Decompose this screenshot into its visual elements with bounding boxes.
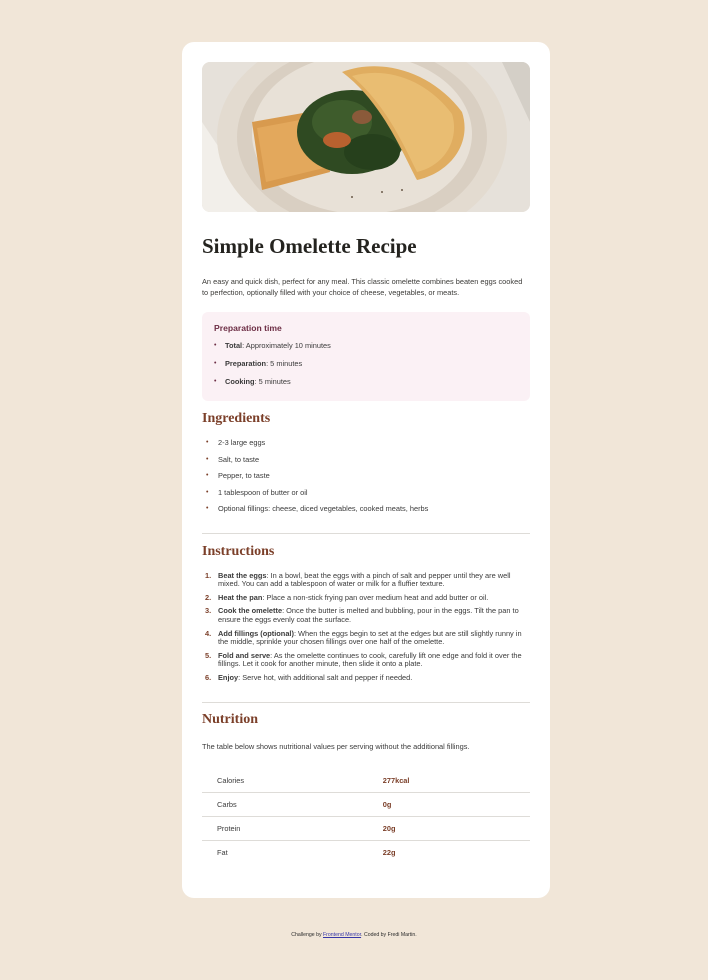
attribution-footer: Challenge by Frontend Mentor. Coded by F… xyxy=(0,932,708,938)
nutrient-name: Carbs xyxy=(202,792,369,817)
nutrition-section: Nutrition The table below shows nutritio… xyxy=(202,712,530,864)
nutrition-table: Calories 277kcal Carbs 0g Protein 20g Fa… xyxy=(202,768,530,864)
footer-suffix: . Coded by Fredi Martin. xyxy=(361,932,417,938)
instruction-step: 2. Heat the pan: Place a non-stick frying… xyxy=(202,592,530,603)
recipe-intro: An easy and quick dish, perfect for any … xyxy=(202,277,523,298)
nutrition-description: The table below shows nutritional values… xyxy=(202,741,470,751)
ingredient-item: Optional fillings: cheese, diced vegetab… xyxy=(202,504,530,521)
step-number: 2. xyxy=(205,592,212,602)
ingredients-section: Ingredients 2-3 large eggs Salt, to tast… xyxy=(202,411,530,534)
instruction-step: 4. Add fillings (optional): When the eggs… xyxy=(202,628,530,647)
section-divider xyxy=(202,532,530,534)
ingredient-item: Salt, to taste xyxy=(202,455,530,472)
step-number: 1. xyxy=(205,570,212,580)
preparation-item: Preparation: 5 minutes xyxy=(214,359,518,377)
omelette-image xyxy=(202,62,530,212)
step-number: 6. xyxy=(205,673,212,683)
preparation-item: Total: Approximately 10 minutes xyxy=(214,341,518,359)
instructions-heading: Instructions xyxy=(202,543,275,559)
preparation-heading: Preparation time xyxy=(214,323,282,334)
instruction-step: 5. Fold and serve: As the omelette contin… xyxy=(202,650,530,669)
table-row: Protein 20g xyxy=(202,816,530,841)
table-row: Fat 22g xyxy=(202,840,530,864)
nutrient-value: 0g xyxy=(368,792,530,817)
page-title: Simple Omelette Recipe xyxy=(202,234,417,258)
nutrition-heading: Nutrition xyxy=(202,711,258,727)
instructions-section: Instructions 1. Beat the eggs: In a bowl,… xyxy=(202,544,530,703)
nutrient-name: Protein xyxy=(202,816,369,841)
frontend-mentor-link[interactable]: Frontend Mentor xyxy=(323,932,361,938)
recipe-card: Simple Omelette Recipe An easy and quick… xyxy=(182,42,550,898)
preparation-value: : Approximately 10 minutes xyxy=(242,341,331,351)
nutrient-name: Fat xyxy=(217,847,228,857)
preparation-value: : 5 minutes xyxy=(254,377,291,387)
section-divider xyxy=(202,701,530,703)
step-text: : Place a non-stick frying pan over medi… xyxy=(262,592,489,602)
step-label: Enjoy xyxy=(218,673,239,683)
preparation-value: : 5 minutes xyxy=(266,359,303,369)
footer-prefix: Challenge by xyxy=(291,932,323,938)
preparation-label: Preparation xyxy=(225,359,267,369)
ingredient-item: Pepper, to taste xyxy=(202,471,530,488)
nutrient-value: 277kcal xyxy=(368,768,530,793)
step-number: 4. xyxy=(205,628,212,638)
preparation-label: Total xyxy=(225,341,243,351)
instruction-step: 1. Beat the eggs: In a bowl, beat the egg… xyxy=(202,570,530,589)
preparation-label: Cooking xyxy=(225,377,255,387)
nutrient-value: 20g xyxy=(368,816,530,841)
preparation-item: Cooking: 5 minutes xyxy=(214,377,518,395)
nutrient-value: 22g xyxy=(382,847,396,857)
step-text: : Serve hot, with additional salt and pe… xyxy=(238,673,413,683)
step-label: Heat the pan xyxy=(218,592,263,602)
nutrient-name: Calories xyxy=(202,768,369,793)
instruction-step: 6. Enjoy: Serve hot, with additional salt… xyxy=(202,673,530,683)
step-number: 3. xyxy=(205,606,212,616)
ingredient-item: 1 tablespoon of butter or oil xyxy=(202,488,530,505)
preparation-box: Preparation time Total: Approximately 10… xyxy=(202,312,530,402)
table-row: Calories 277kcal xyxy=(202,768,530,793)
instruction-step: 3. Cook the omelette: Once the butter is … xyxy=(202,607,530,624)
ingredient-item: 2-3 large eggs xyxy=(202,438,530,455)
table-row: Carbs 0g xyxy=(202,792,530,817)
ingredients-heading: Ingredients xyxy=(202,411,271,427)
step-number: 5. xyxy=(205,650,212,660)
